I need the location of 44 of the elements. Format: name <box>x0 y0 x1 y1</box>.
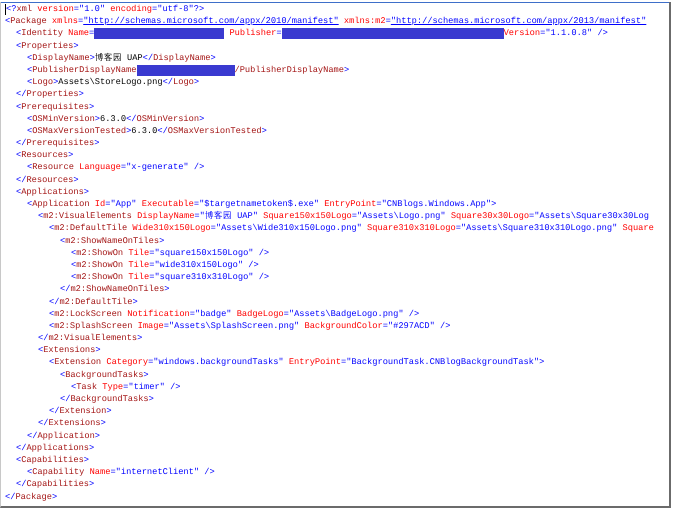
code-text: </m2:DefaultTile> <box>49 296 138 308</box>
code-text: /PublisherDisplayName> <box>234 64 350 76</box>
code-text: <Extensions> <box>38 344 101 356</box>
code-text: Publisher= <box>228 27 282 40</box>
code-text: </Capabilities> <box>16 478 94 491</box>
code-text: <m2:SplashScreen Image="Assets\SplashScreen.png" BackgroundColor="#297ACD" /> <box>49 320 450 332</box>
code-text: <DisplayName>博客园 UAP</DisplayName> <box>27 52 216 64</box>
code-text: <Prerequisites> <box>16 100 94 113</box>
code-text: <Package xmlns="http://schemas.microsoft.com/appx/2010/manifest" xmlns:m2="http://schemas.microsoft.com/appx/2013/manifest" <box>5 15 646 28</box>
code-text: </m2:VisualElements> <box>38 332 142 344</box>
code-text: <?xml version="1.0" encoding="utf-8"?> <box>6 3 204 16</box>
code-text: <Logo>Assets\StoreLogo.png</Logo> <box>27 76 200 88</box>
text-cursor <box>5 4 6 15</box>
code-text: <Identity Name= <box>16 27 94 40</box>
code-text: <Resources> <box>16 149 74 162</box>
code-text: </Extensions> <box>38 417 106 430</box>
code-text: <PublisherDisplayName <box>27 64 136 76</box>
code-text: <OSMaxVersionTested>6.3.0</OSMaxVersionTested> <box>27 124 267 138</box>
code-text: <Properties> <box>16 40 79 52</box>
code-text: </BackgroundTasks> <box>60 393 154 406</box>
code-text: <Resource Language="x-generate" /> <box>27 161 204 174</box>
code-text: <m2:ShowOn Tile="square310x310Logo" /> <box>71 271 270 284</box>
code-text: <Capabilities> <box>16 454 89 466</box>
code-text: <Application Id="App" Executable="$targetnametoken$.exe" EntryPoint="CNBlogs.Windows.App"> <box>27 198 496 210</box>
code-text: </Applications> <box>16 442 94 454</box>
code-text: </Package> <box>5 490 58 503</box>
code-text: <Extension Category="windows.backgroundTasks" EntryPoint="BackgroundTask.CNBlogBackgroundTask"> <box>49 356 544 369</box>
code-text: <m2:ShowOn Tile="wide310x150Logo" /> <box>71 258 259 272</box>
code-text: <m2:LockScreen Notification="badge" BadgeLogo="Assets\BadgeLogo.png" /> <box>49 308 420 320</box>
code-text: <m2:ShowOn Tile="square150x150Logo" /> <box>71 246 270 259</box>
code-text: <Task Type="timer" /> <box>71 380 181 394</box>
code-text: </Prerequisites> <box>16 137 100 150</box>
code-text: </m2:ShowNameOnTiles> <box>60 283 170 296</box>
code-text: <Capability Name="internetClient" /> <box>27 466 215 478</box>
code-text: </Resources> <box>16 174 79 186</box>
code-text: <m2:ShowNameOnTiles> <box>60 234 164 247</box>
code-text: </Application> <box>27 430 100 442</box>
code-text: <OSMinVersion>6.3.0</OSMinVersion> <box>27 112 204 125</box>
code-text: <Applications> <box>16 186 89 198</box>
code-text: <BackgroundTasks> <box>60 368 149 381</box>
code-text: </Extension> <box>49 405 112 418</box>
code-text: <m2:VisualElements DisplayName="博客园 UAP" Square150x150Logo="Assets\Logo.png" Square30x30Logo="Assets\Square30x30Log <box>38 210 649 222</box>
code-text: </Properties> <box>16 88 84 101</box>
code-text: <m2:DefaultTile Wide310x150Logo="Assets\Wide310x150Logo.png" Square310x310Logo="Assets\Square310x310Logo.png" Square <box>49 222 654 235</box>
